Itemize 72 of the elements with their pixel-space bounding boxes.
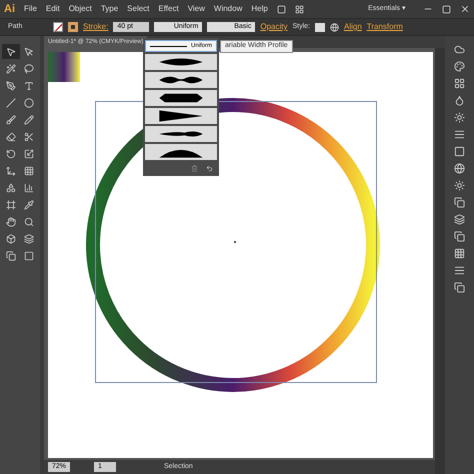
- tool-icon: [24, 148, 34, 158]
- close-icon[interactable]: [460, 4, 470, 14]
- panel-icon[interactable]: [454, 129, 465, 140]
- tool-icon: [24, 64, 34, 74]
- tool-icon: [6, 216, 16, 226]
- tool-icon: [6, 166, 16, 176]
- tool-icon: [6, 200, 16, 210]
- tool-icon: [24, 216, 34, 226]
- tool-icon: [24, 250, 34, 260]
- style-swatch[interactable]: [314, 22, 325, 32]
- menu-item[interactable]: File: [24, 3, 37, 15]
- profile-option[interactable]: [145, 54, 217, 70]
- menu-item[interactable]: Select: [127, 3, 150, 15]
- tool-icon: [6, 182, 16, 192]
- tool-button[interactable]: [2, 44, 20, 59]
- panel-icon[interactable]: [454, 163, 465, 174]
- panel-icon[interactable]: [454, 146, 465, 157]
- tool-icon: [24, 46, 34, 56]
- profile-option[interactable]: [145, 90, 217, 106]
- menu-item[interactable]: Object: [68, 3, 92, 15]
- scrollbar[interactable]: [435, 48, 445, 474]
- tool-icon: [24, 182, 34, 192]
- panel-icon[interactable]: [454, 248, 465, 259]
- tool-icon: [6, 250, 16, 260]
- align-link[interactable]: Align: [344, 21, 362, 33]
- stroke-swatch[interactable]: [68, 22, 78, 32]
- tool-icon: [6, 46, 16, 56]
- reset-icon[interactable]: [206, 164, 213, 172]
- menu-item[interactable]: Type: [100, 3, 118, 15]
- panel-icon[interactable]: [454, 214, 465, 225]
- tool-icon: [6, 80, 16, 90]
- panel-icon[interactable]: [454, 265, 465, 276]
- profile-option[interactable]: [145, 144, 217, 160]
- panel-icon[interactable]: [454, 95, 465, 106]
- tool-icon: [24, 234, 34, 244]
- panel-icon[interactable]: [454, 61, 465, 72]
- gradient-swatch: [48, 52, 80, 82]
- panel-icon[interactable]: [454, 231, 465, 242]
- panel-icon[interactable]: [454, 78, 465, 89]
- menu-item[interactable]: Edit: [46, 3, 60, 15]
- panel-icon[interactable]: [454, 180, 465, 191]
- tool-icon: [6, 64, 16, 74]
- tool-icon: [6, 132, 16, 142]
- screen-mode-icon[interactable]: [276, 4, 286, 14]
- profile-option[interactable]: [145, 126, 217, 142]
- panel-icon[interactable]: [454, 44, 465, 55]
- profile-option[interactable]: [145, 108, 217, 124]
- panel-icon[interactable]: [454, 197, 465, 208]
- panel-icon[interactable]: [454, 282, 465, 293]
- arrange-icon[interactable]: [294, 4, 304, 14]
- profile-option[interactable]: [145, 72, 217, 88]
- delete-icon[interactable]: [191, 164, 198, 172]
- tool-icon: [24, 200, 34, 210]
- stroke-link[interactable]: Stroke:: [83, 21, 108, 33]
- tool-icon: [6, 148, 16, 158]
- opacity-link[interactable]: Opacity: [260, 21, 288, 33]
- tool-icon: [24, 166, 34, 176]
- globe-icon[interactable]: [330, 22, 339, 32]
- tool-icon: [24, 132, 34, 142]
- tool-icon: [6, 234, 16, 244]
- menu-item[interactable]: Help: [251, 3, 268, 15]
- tool-icon: [24, 80, 34, 90]
- maximize-icon[interactable]: [442, 4, 451, 14]
- tool-icon: [6, 114, 16, 124]
- tool-icon: [24, 114, 34, 124]
- app-logo: Ai: [4, 2, 15, 17]
- menu-item[interactable]: Effect: [158, 3, 179, 15]
- menu-item[interactable]: Window: [214, 3, 242, 15]
- transform-link[interactable]: Transform: [366, 21, 403, 33]
- panel-icon[interactable]: [454, 112, 465, 123]
- menu-item[interactable]: View: [188, 3, 205, 15]
- fill-swatch[interactable]: [53, 22, 63, 32]
